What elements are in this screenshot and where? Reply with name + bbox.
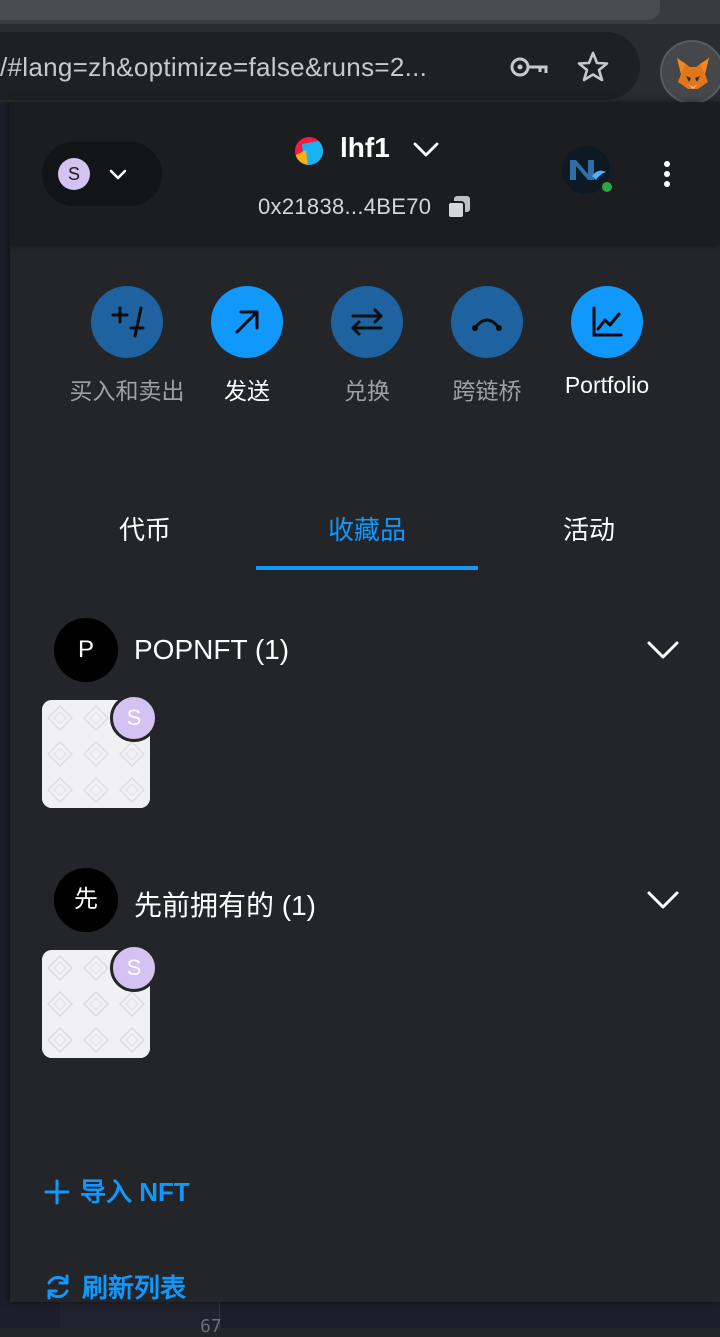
network-selector[interactable]: S — [42, 142, 162, 206]
buy-sell-button[interactable]: 买入和卖出 — [67, 286, 187, 406]
more-options-icon[interactable] — [654, 158, 680, 190]
url-text[interactable]: /#lang=zh&optimize=false&runs=2... — [0, 52, 427, 83]
swap-arrows-icon — [351, 308, 383, 336]
portfolio-circle — [571, 286, 643, 358]
import-nft-link[interactable]: 导入 NFT — [44, 1172, 190, 1209]
buy-sell-label: 买入和卖出 — [69, 378, 185, 404]
send-label: 发送 — [224, 378, 270, 404]
bookmark-star-icon[interactable] — [576, 50, 610, 84]
address-bar[interactable]: /#lang=zh&optimize=false&runs=2... — [0, 32, 640, 100]
swap-circle — [331, 286, 403, 358]
active-tab-indicator — [256, 566, 478, 570]
copy-icon[interactable] — [446, 194, 472, 220]
account-avatar-button[interactable] — [562, 146, 614, 196]
chart-line-icon — [592, 306, 623, 337]
metamask-fox-icon — [677, 58, 709, 89]
nft-network-badge: S — [110, 694, 158, 742]
import-nft-label: 导入 NFT — [80, 1177, 190, 1207]
tab-collectibles[interactable]: 收藏品 — [256, 510, 478, 547]
tab-tokens[interactable]: 代币 — [34, 510, 256, 547]
chevron-down-icon — [109, 169, 127, 180]
browser-tab[interactable] — [0, 0, 660, 20]
buy-sell-circle — [91, 286, 163, 358]
browser-toolbar: /#lang=zh&optimize=false&runs=2... — [0, 24, 720, 104]
refresh-icon — [47, 1274, 69, 1300]
chevron-down-icon[interactable] — [646, 888, 680, 912]
account-chevron-down-icon[interactable] — [412, 138, 440, 160]
collection-avatar: 先 — [54, 868, 118, 932]
network-avatar: S — [58, 158, 90, 190]
plus-icon — [44, 1179, 70, 1205]
bridge-label: 跨链桥 — [452, 378, 522, 404]
bridge-button[interactable]: 跨链桥 — [427, 286, 547, 406]
collection-title: 先前拥有的 (1) — [134, 890, 317, 921]
chevron-down-icon[interactable] — [646, 638, 680, 662]
collection-header-popnft[interactable]: P POPNFT (1) — [54, 618, 694, 684]
portfolio-button[interactable]: Portfolio — [547, 286, 667, 399]
wallet-actions: 买入和卖出 发送 兑换 跨链桥 Portfolio — [10, 286, 720, 416]
refresh-list-link[interactable]: 刷新列表 — [44, 1268, 186, 1302]
swap-label: 兑换 — [344, 378, 390, 404]
editor-gutter: 67 — [60, 1300, 222, 1337]
account-name[interactable]: lhf1 — [340, 132, 390, 164]
wallet-popup: S lhf1 0x21838...4BE70 买入和卖出 发送 兑换 跨链桥 P… — [10, 102, 720, 1302]
swap-button[interactable]: 兑换 — [307, 286, 427, 406]
bridge-circle — [451, 286, 523, 358]
wallet-header: S lhf1 0x21838...4BE70 — [10, 102, 720, 244]
send-button[interactable]: 发送 — [187, 286, 307, 406]
account-jazzicon — [295, 137, 323, 165]
browser-tabstrip — [0, 0, 720, 24]
account-address[interactable]: 0x21838...4BE70 — [258, 194, 431, 220]
key-icon[interactable] — [510, 54, 550, 80]
refresh-list-label: 刷新列表 — [82, 1273, 187, 1302]
nft-network-badge: S — [110, 944, 158, 992]
arrow-up-right-icon — [235, 310, 259, 334]
line-number: 67 — [200, 1316, 222, 1337]
collection-title: POPNFT (1) — [134, 634, 290, 665]
code-editor-bottom: 67 — [0, 1300, 720, 1337]
connection-status-dot — [600, 180, 614, 194]
portfolio-label: Portfolio — [564, 372, 650, 398]
tab-activity[interactable]: 活动 — [478, 510, 700, 547]
bridge-icon — [472, 318, 502, 331]
metamask-extension-button[interactable] — [660, 40, 720, 104]
collection-avatar: P — [54, 618, 118, 682]
wallet-tabs: 代币 收藏品 活动 — [10, 492, 720, 572]
collection-header-previously-owned[interactable]: 先 先前拥有的 (1) — [54, 868, 694, 934]
plus-minus-icon — [111, 306, 145, 338]
send-circle — [211, 286, 283, 358]
